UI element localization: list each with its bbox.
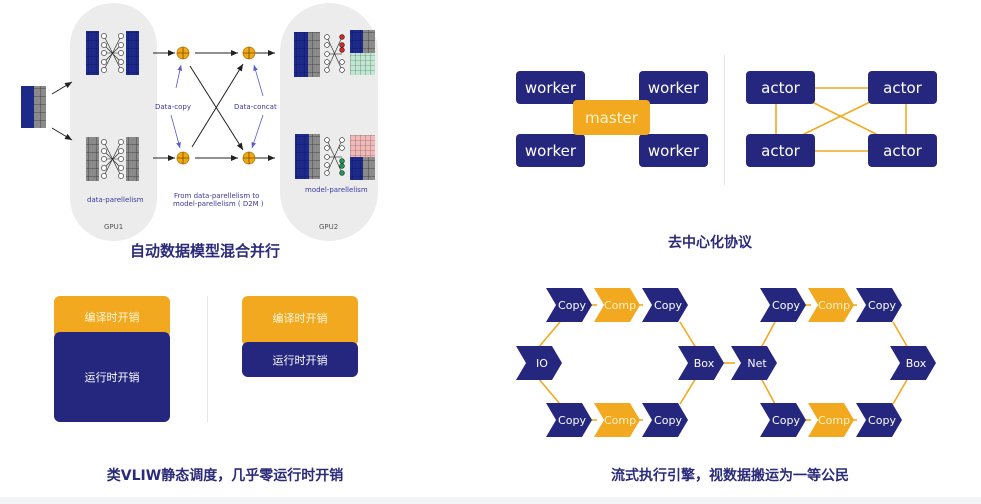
stream-source-node: Net xyxy=(731,346,777,380)
copy-stage-label: Copy xyxy=(558,414,586,427)
copy-stage: Copy xyxy=(546,288,592,322)
copy-stage: Copy xyxy=(642,288,688,322)
stream-source-node-label: IO xyxy=(536,357,548,370)
compute-stage-label: Comp xyxy=(818,414,850,427)
copy-stage-label: Copy xyxy=(868,299,896,312)
copy-stage: Copy xyxy=(760,403,806,437)
copy-stage-label: Copy xyxy=(772,299,800,312)
copy-stage: Copy xyxy=(546,403,592,437)
compute-stage-label: Comp xyxy=(818,299,850,312)
copy-stage-label: Copy xyxy=(654,414,682,427)
footer-band xyxy=(0,497,981,504)
streaming-caption: 流式执行引擎，视数据搬运为一等公民 xyxy=(611,468,849,484)
compute-stage-label: Comp xyxy=(604,299,636,312)
stream-source-node-label: Net xyxy=(747,357,767,370)
stream-sink-node-label: Box xyxy=(906,357,927,370)
stream-sink-node-label: Box xyxy=(694,357,715,370)
compute-stage: Comp xyxy=(808,288,854,322)
stream-sink-node: Box xyxy=(890,346,936,380)
copy-stage-label: Copy xyxy=(558,299,586,312)
copy-stage-label: Copy xyxy=(654,299,682,312)
compute-stage: Comp xyxy=(808,403,854,437)
copy-stage: Copy xyxy=(760,288,806,322)
compute-stage: Comp xyxy=(594,288,640,322)
compute-stage: Comp xyxy=(594,403,640,437)
streaming-diagram: IO Box Copy Copy Comp Comp Copy Copy Net Box Copy C… xyxy=(516,288,936,437)
copy-stage: Copy xyxy=(856,403,902,437)
stream-source-node: IO xyxy=(516,346,562,380)
compute-stage-label: Comp xyxy=(604,414,636,427)
copy-stage-label: Copy xyxy=(868,414,896,427)
copy-stage: Copy xyxy=(642,403,688,437)
copy-stage-label: Copy xyxy=(772,414,800,427)
copy-stage: Copy xyxy=(856,288,902,322)
stream-sink-node: Box xyxy=(678,346,724,380)
